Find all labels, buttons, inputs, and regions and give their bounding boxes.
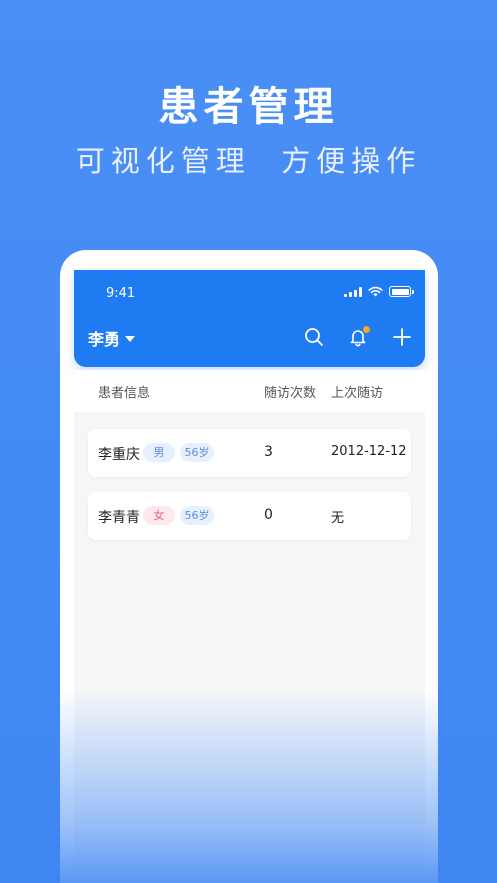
column-last-visit: 上次随访 (331, 386, 384, 401)
header-actions (303, 326, 413, 348)
patient-list: 李重庆 男 56岁 3 2012-12-12 李青青 女 56岁 0 无 (74, 412, 425, 882)
table-row[interactable]: 李重庆 男 56岁 3 2012-12-12 (88, 429, 411, 477)
visit-count: 3 (264, 444, 273, 460)
age-tag: 56岁 (180, 443, 214, 462)
table-header: 患者信息 随访次数 上次随访 (74, 370, 425, 412)
notification-button[interactable] (347, 326, 370, 348)
table-row[interactable]: 李青青 女 56岁 0 无 (88, 492, 411, 540)
user-name: 李勇 (88, 330, 121, 349)
promo-subtitle: 可视化管理 方便操作 (75, 144, 422, 178)
add-button[interactable] (391, 326, 413, 348)
column-visit-count: 随访次数 (264, 386, 317, 401)
plus-icon (393, 328, 411, 346)
signal-icon (344, 286, 362, 297)
last-visit: 2012-12-12 (331, 444, 407, 459)
column-patient-info: 患者信息 (98, 386, 151, 401)
notification-dot (363, 326, 370, 333)
app-header: 9:41 李勇 (74, 270, 425, 367)
search-button[interactable] (303, 326, 325, 348)
promo-title: 患者管理 (158, 84, 339, 130)
age-tag: 56岁 (180, 506, 214, 525)
patient-name: 李青青 (98, 510, 140, 526)
battery-icon (389, 286, 414, 297)
patient-name: 李重庆 (98, 447, 140, 463)
status-icons (344, 286, 414, 297)
search-icon (305, 328, 323, 346)
chevron-down-icon (125, 335, 136, 342)
wifi-icon (368, 286, 383, 297)
user-selector[interactable]: 李勇 (88, 326, 136, 350)
gender-tag: 女 (143, 506, 175, 525)
last-visit: 无 (331, 511, 345, 526)
visit-count: 0 (264, 507, 273, 523)
status-time: 9:41 (106, 286, 136, 301)
gender-tag: 男 (143, 443, 175, 462)
